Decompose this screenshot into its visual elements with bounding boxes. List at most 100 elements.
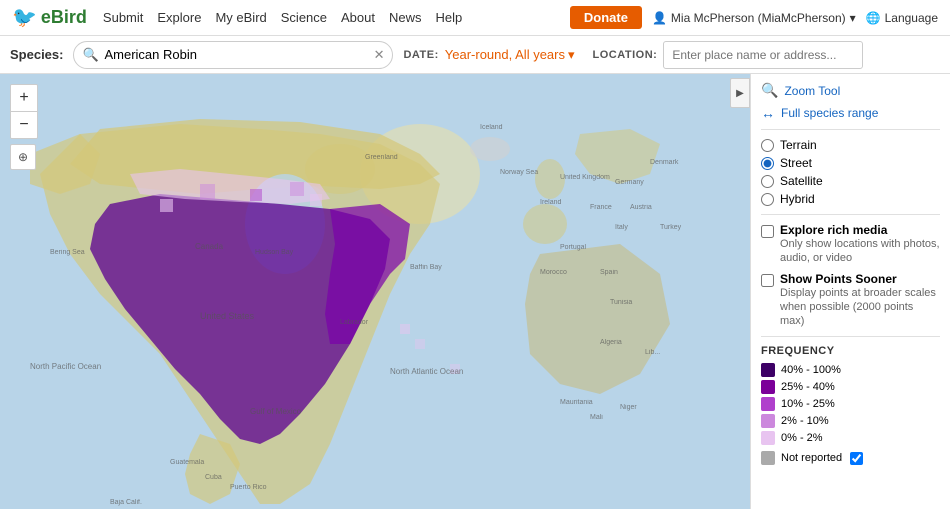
svg-text:Turkey: Turkey bbox=[660, 224, 682, 231]
nav-myebird[interactable]: My eBird bbox=[215, 10, 266, 25]
nav-submit[interactable]: Submit bbox=[103, 10, 143, 25]
map-area[interactable]: United States Canada Guatemala Cuba Puer… bbox=[0, 74, 750, 509]
svg-text:Ireland: Ireland bbox=[540, 199, 562, 206]
zoom-tool-link[interactable]: 🔍 Zoom Tool bbox=[761, 82, 940, 99]
svg-text:United States: United States bbox=[200, 311, 255, 321]
zoom-in-button[interactable]: + bbox=[11, 85, 37, 111]
not-reported-row: Not reported bbox=[761, 451, 940, 465]
nav-news[interactable]: News bbox=[389, 10, 422, 25]
svg-text:Puerto Rico: Puerto Rico bbox=[230, 484, 267, 491]
svg-text:Austria: Austria bbox=[630, 204, 652, 211]
freq-label-4: 0% - 2% bbox=[781, 432, 823, 444]
map-type-street[interactable]: Street bbox=[761, 156, 940, 170]
svg-text:Niger: Niger bbox=[620, 404, 637, 411]
date-value-text: Year-round, All years bbox=[445, 47, 565, 62]
svg-text:Bering Sea: Bering Sea bbox=[50, 249, 85, 256]
not-reported-checkbox[interactable] bbox=[850, 452, 863, 465]
hybrid-radio[interactable] bbox=[761, 193, 774, 206]
species-search-input[interactable] bbox=[73, 41, 393, 69]
species-bar: Species: 🔍 ✕ DATE: Year-round, All years… bbox=[0, 36, 950, 74]
map-type-hybrid[interactable]: Hybrid bbox=[761, 192, 940, 206]
frequency-section: FREQUENCY 40% - 100% 25% - 40% 10% - 25%… bbox=[761, 345, 940, 465]
logo[interactable]: 🐦 eBird bbox=[12, 5, 87, 30]
street-label: Street bbox=[780, 156, 812, 170]
freq-item-2: 10% - 25% bbox=[761, 397, 940, 411]
freq-swatch-3 bbox=[761, 414, 775, 428]
svg-text:Spain: Spain bbox=[600, 269, 618, 276]
map-type-group: Terrain Street Satellite Hybrid bbox=[761, 138, 940, 206]
satellite-radio[interactable] bbox=[761, 175, 774, 188]
svg-text:Tunisia: Tunisia bbox=[610, 299, 632, 306]
zoom-out-button[interactable]: − bbox=[11, 112, 37, 138]
svg-text:Iceland: Iceland bbox=[480, 124, 503, 131]
svg-text:Canada: Canada bbox=[195, 242, 224, 251]
explore-rich-checkbox[interactable] bbox=[761, 225, 774, 238]
zoom-controls: + − bbox=[10, 84, 38, 139]
main-content: United States Canada Guatemala Cuba Puer… bbox=[0, 74, 950, 509]
svg-text:North Pacific Ocean: North Pacific Ocean bbox=[30, 362, 101, 371]
date-section: DATE: Year-round, All years ▾ bbox=[403, 47, 574, 63]
donate-button[interactable]: Donate bbox=[570, 6, 642, 29]
chevron-down-icon: ▾ bbox=[568, 47, 575, 63]
language-label: Language bbox=[885, 11, 938, 25]
svg-text:Baja Calif.: Baja Calif. bbox=[110, 499, 142, 506]
nav-links: Submit Explore My eBird Science About Ne… bbox=[103, 10, 462, 25]
show-points-checkbox[interactable] bbox=[761, 274, 774, 287]
chevron-right-icon: ▶ bbox=[736, 88, 744, 99]
terrain-radio[interactable] bbox=[761, 139, 774, 152]
freq-item-4: 0% - 2% bbox=[761, 431, 940, 445]
map-layers-button[interactable]: ⊕ bbox=[10, 144, 36, 170]
date-label: DATE: bbox=[403, 49, 438, 61]
nav-help[interactable]: Help bbox=[436, 10, 463, 25]
svg-text:Morocco: Morocco bbox=[540, 269, 567, 276]
location-input[interactable] bbox=[663, 41, 863, 69]
hybrid-label: Hybrid bbox=[780, 192, 815, 206]
frequency-title: FREQUENCY bbox=[761, 345, 940, 357]
user-label: Mia McPherson (MiaMcPherson) bbox=[671, 11, 846, 25]
layers-icon: ⊕ bbox=[18, 150, 28, 164]
checkbox-section: Explore rich media Only show locations w… bbox=[761, 223, 940, 328]
freq-label-2: 10% - 25% bbox=[781, 398, 835, 410]
nav-about[interactable]: About bbox=[341, 10, 375, 25]
svg-text:Baffin Bay: Baffin Bay bbox=[410, 264, 442, 271]
panel-divider-3 bbox=[761, 336, 940, 337]
species-label: Species: bbox=[10, 47, 63, 62]
freq-swatch-1 bbox=[761, 380, 775, 394]
panel-divider-2 bbox=[761, 214, 940, 215]
svg-text:Guatemala: Guatemala bbox=[170, 459, 204, 466]
svg-text:Lib...: Lib... bbox=[645, 349, 660, 356]
street-radio[interactable] bbox=[761, 157, 774, 170]
location-section: LOCATION: bbox=[593, 41, 864, 69]
language-menu[interactable]: 🌐 Language bbox=[866, 11, 938, 25]
map-type-terrain[interactable]: Terrain bbox=[761, 138, 940, 152]
svg-text:Cuba: Cuba bbox=[205, 474, 222, 481]
user-icon: 👤 bbox=[652, 11, 667, 25]
species-icon: ↔ bbox=[761, 105, 775, 121]
logo-text: eBird bbox=[41, 7, 87, 28]
svg-text:Algeria: Algeria bbox=[600, 339, 622, 346]
right-panel: 🔍 Zoom Tool ↔ Full species range Terrain… bbox=[750, 74, 950, 509]
svg-text:Germany: Germany bbox=[615, 179, 644, 186]
svg-text:United Kingdom: United Kingdom bbox=[560, 174, 610, 181]
map-type-satellite[interactable]: Satellite bbox=[761, 174, 940, 188]
clear-icon[interactable]: ✕ bbox=[374, 47, 385, 63]
map-svg: United States Canada Guatemala Cuba Puer… bbox=[0, 74, 750, 509]
svg-text:Labrador: Labrador bbox=[340, 319, 369, 326]
sidebar-toggle-button[interactable]: ▶ bbox=[730, 78, 750, 108]
svg-text:Norway Sea: Norway Sea bbox=[500, 169, 538, 176]
zoom-tool-icon: 🔍 bbox=[761, 82, 778, 99]
user-menu[interactable]: 👤 Mia McPherson (MiaMcPherson) ▾ bbox=[652, 11, 856, 25]
freq-swatch-2 bbox=[761, 397, 775, 411]
nav-explore[interactable]: Explore bbox=[157, 10, 201, 25]
date-value-button[interactable]: Year-round, All years ▾ bbox=[445, 47, 575, 63]
nav-right: Donate 👤 Mia McPherson (MiaMcPherson) ▾ … bbox=[570, 6, 938, 29]
freq-label-1: 25% - 40% bbox=[781, 381, 835, 393]
location-label: LOCATION: bbox=[593, 49, 658, 61]
show-points-label: Show Points Sooner bbox=[780, 272, 940, 286]
svg-text:Hudson Bay: Hudson Bay bbox=[255, 249, 294, 256]
full-species-link[interactable]: ↔ Full species range bbox=[761, 105, 940, 121]
svg-text:France: France bbox=[590, 204, 612, 211]
svg-text:Greenland: Greenland bbox=[365, 154, 398, 161]
nav-science[interactable]: Science bbox=[281, 10, 327, 25]
freq-label-3: 2% - 10% bbox=[781, 415, 829, 427]
